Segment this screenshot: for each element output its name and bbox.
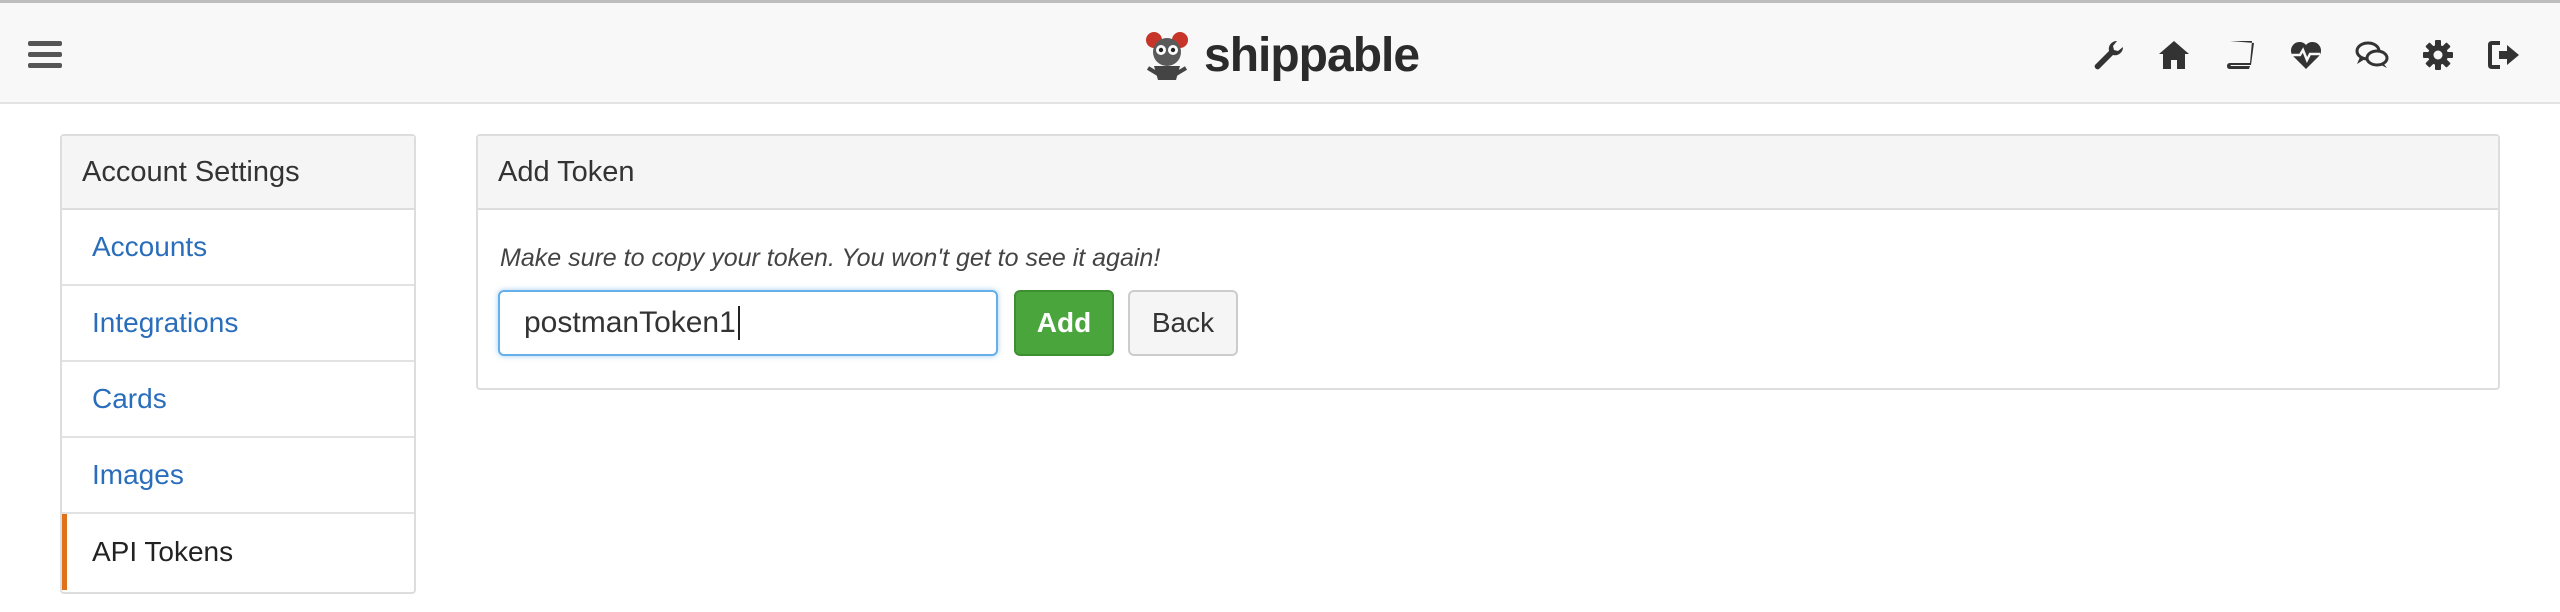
brand-logo[interactable]: shippable: [1140, 25, 1420, 85]
shippable-mascot-icon: [1146, 32, 1188, 80]
home-icon[interactable]: [2154, 35, 2194, 75]
token-name-input[interactable]: postmanToken1: [498, 290, 998, 356]
sidebar-title: Account Settings: [62, 136, 414, 210]
top-navbar: shippable: [0, 0, 2560, 104]
token-hint-text: Make sure to copy your token. You won't …: [500, 244, 1161, 272]
panel-title: Add Token: [478, 136, 2498, 210]
logout-icon[interactable]: [2484, 35, 2524, 75]
sidebar-item-accounts[interactable]: Accounts: [62, 210, 414, 286]
menu-toggle-icon[interactable]: [28, 41, 62, 69]
sidebar-item-cards[interactable]: Cards: [62, 362, 414, 438]
book-icon[interactable]: [2220, 35, 2260, 75]
add-button[interactable]: Add: [1014, 290, 1114, 356]
account-settings-panel: Account Settings Accounts Integrations C…: [60, 134, 416, 594]
sidebar-item-api-tokens[interactable]: API Tokens: [62, 514, 414, 590]
sidebar-item-integrations[interactable]: Integrations: [62, 286, 414, 362]
brand-name: shippable: [1204, 28, 1420, 82]
chat-icon[interactable]: [2352, 35, 2392, 75]
heartbeat-icon[interactable]: [2286, 35, 2326, 75]
sidebar-item-images[interactable]: Images: [62, 438, 414, 514]
wrench-icon[interactable]: [2088, 35, 2128, 75]
nav-icon-bar: [2088, 33, 2524, 77]
gear-icon[interactable]: [2418, 35, 2458, 75]
token-input-value: postmanToken1: [524, 306, 736, 339]
add-token-panel: Add Token Make sure to copy your token. …: [476, 134, 2500, 390]
back-button[interactable]: Back: [1128, 290, 1238, 356]
text-caret: [737, 306, 740, 340]
